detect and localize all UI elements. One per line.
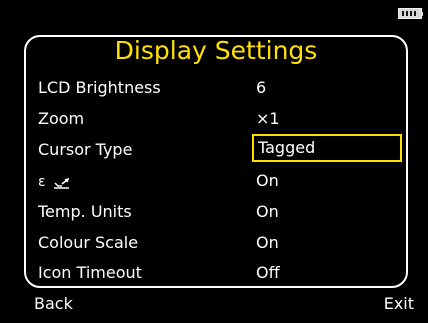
- setting-value: On: [256, 233, 279, 252]
- setting-emissivity-correction[interactable]: ε On: [38, 167, 408, 195]
- page-title: Display Settings: [114, 36, 318, 65]
- setting-label: Temp. Units: [38, 202, 132, 221]
- setting-value: On: [256, 202, 279, 221]
- setting-lcd-brightness[interactable]: LCD Brightness 6: [38, 74, 408, 102]
- setting-value-selected[interactable]: Tagged: [252, 134, 402, 162]
- setting-label: Icon Timeout: [38, 263, 142, 282]
- back-softkey[interactable]: Back: [34, 292, 73, 316]
- setting-label: Cursor Type: [38, 140, 133, 159]
- setting-cursor-type[interactable]: Cursor Type Tagged: [38, 134, 408, 164]
- setting-temp-units[interactable]: Temp. Units On: [38, 198, 408, 226]
- setting-value: Off: [256, 263, 280, 282]
- setting-label: LCD Brightness: [38, 78, 161, 97]
- setting-value: 6: [256, 78, 267, 97]
- setting-value: ×1: [256, 109, 280, 128]
- emissivity-icon: ε: [38, 167, 76, 189]
- setting-icon-timeout[interactable]: Icon Timeout Off: [38, 259, 408, 287]
- exit-softkey[interactable]: Exit: [384, 292, 414, 316]
- setting-value: On: [256, 171, 279, 190]
- battery-icon: [398, 8, 423, 19]
- setting-label: Colour Scale: [38, 233, 139, 252]
- setting-colour-scale[interactable]: Colour Scale On: [38, 229, 408, 257]
- svg-text:ε: ε: [38, 174, 46, 189]
- setting-zoom[interactable]: Zoom ×1: [38, 105, 408, 133]
- setting-label: Zoom: [38, 109, 85, 128]
